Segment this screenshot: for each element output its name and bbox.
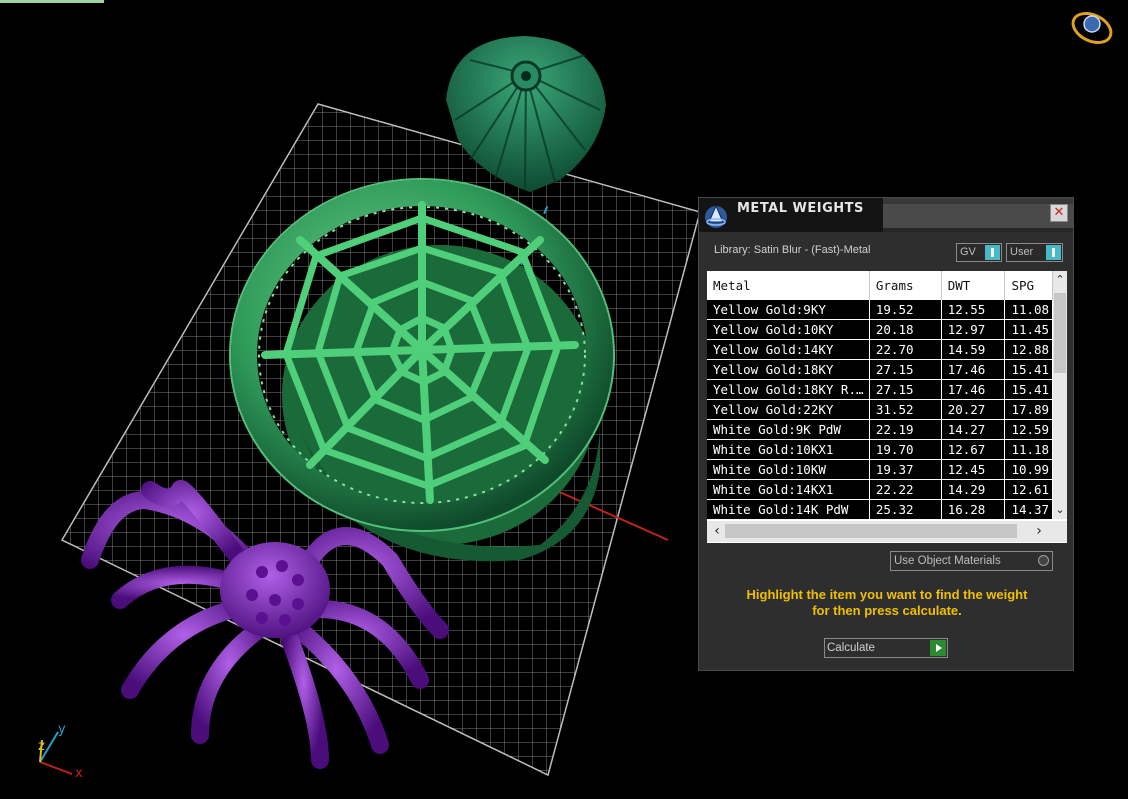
table-cell: White Gold:10KW <box>707 459 870 480</box>
scroll-down-icon[interactable]: ⌄ <box>1053 503 1067 517</box>
table-cell: 22.22 <box>869 479 942 500</box>
table-cell: White Gold:14K PdW <box>707 499 870 520</box>
table-cell: 10.99 <box>1004 459 1053 480</box>
table-cell: Yellow Gold:10KY <box>707 319 870 340</box>
table-cell: White Gold:9K PdW <box>707 419 870 440</box>
vertical-scroll-thumb[interactable] <box>1054 293 1066 373</box>
vertical-scrollbar[interactable]: ⌃ ⌄ <box>1053 271 1067 519</box>
column-header-dwt[interactable]: DWT <box>941 271 1006 300</box>
table-cell: 11.18 <box>1004 439 1053 460</box>
table-row[interactable]: White Gold:9K PdW 22.19 14.27 12.59 <box>707 419 1053 440</box>
instruction-line-1: Highlight the item you want to find the … <box>746 587 1028 602</box>
table-row[interactable]: White Gold:10KW 19.37 12.45 10.99 <box>707 459 1053 480</box>
axis-label-y: y <box>58 722 66 737</box>
table-cell: 27.15 <box>869 359 942 380</box>
table-row[interactable]: Yellow Gold:18KY R... 27.15 17.46 15.41 <box>707 379 1053 400</box>
table-row[interactable]: Yellow Gold:9KY 19.52 12.55 11.08 <box>707 300 1053 320</box>
table-cell: 16.28 <box>941 499 1006 520</box>
horizontal-scrollbar[interactable]: ‹ › <box>707 521 1067 542</box>
library-label: Library: Satin Blur - (Fast)-Metal <box>714 244 871 256</box>
table-cell: 12.97 <box>941 319 1006 340</box>
instruction-text: Highlight the item you want to find the … <box>717 587 1057 619</box>
panel-title: METAL WEIGHTS <box>737 201 864 216</box>
table-row[interactable]: Yellow Gold:10KY 20.18 12.97 11.45 <box>707 319 1053 340</box>
table-cell: Yellow Gold:9KY <box>707 300 870 320</box>
table-cell: 19.37 <box>869 459 942 480</box>
use-object-materials-label: Use Object Materials <box>894 555 1001 567</box>
instruction-line-2: for then press calculate. <box>812 603 962 618</box>
table-cell: 12.55 <box>941 300 1006 320</box>
table-cell: 17.46 <box>941 379 1006 400</box>
table-row[interactable]: Yellow Gold:18KY 27.15 17.46 15.41 <box>707 359 1053 380</box>
gv-toggle-label: GV <box>960 246 976 258</box>
table-row[interactable]: White Gold:14K PdW 25.32 16.28 14.37 <box>707 499 1053 520</box>
table-cell: Yellow Gold:18KY R... <box>707 379 870 400</box>
table-cell: 20.27 <box>941 399 1006 420</box>
view-cube-icon[interactable] <box>1068 8 1115 48</box>
gv-toggle[interactable]: GV <box>956 243 1002 262</box>
table-cell: Yellow Gold:22KY <box>707 399 870 420</box>
table-cell: 19.52 <box>869 300 942 320</box>
table-cell: 12.61 <box>1004 479 1053 500</box>
table-cell: 22.19 <box>869 419 942 440</box>
axis-label-x: x <box>75 766 83 781</box>
table-cell: 27.15 <box>869 379 942 400</box>
table-cell: 19.70 <box>869 439 942 460</box>
table-cell: 14.27 <box>941 419 1006 440</box>
table-cell: 12.59 <box>1004 419 1053 440</box>
table-cell: 22.70 <box>869 339 942 360</box>
table-row[interactable]: Yellow Gold:14KY 22.70 14.59 12.88 <box>707 339 1053 360</box>
table-row[interactable]: White Gold:10KX1 19.70 12.67 11.18 <box>707 439 1053 460</box>
table-cell: 14.37 <box>1004 499 1053 520</box>
user-toggle-knob <box>1046 245 1061 260</box>
table-cell: 31.52 <box>869 399 942 420</box>
axis-gizmo: x y z <box>38 722 83 781</box>
user-toggle-label: User <box>1010 246 1034 258</box>
calculate-label: Calculate <box>827 642 875 654</box>
table-cell: 17.89 <box>1004 399 1053 420</box>
play-icon[interactable] <box>930 640 946 656</box>
table-cell: Yellow Gold:18KY <box>707 359 870 380</box>
table-cell: White Gold:10KX1 <box>707 439 870 460</box>
table-header-row: Metal Grams DWT SPG <box>707 271 1053 300</box>
table-cell: 14.59 <box>941 339 1006 360</box>
table-cell: 15.41 <box>1004 379 1053 400</box>
table-cell: Yellow Gold:14KY <box>707 339 870 360</box>
table-cell: White Gold:14KX1 <box>707 479 870 500</box>
table-cell: 12.45 <box>941 459 1006 480</box>
column-header-metal[interactable]: Metal <box>707 271 870 300</box>
table-cell: 14.29 <box>941 479 1006 500</box>
panel-titlebar[interactable]: METAL WEIGHTS ✕ <box>699 198 1073 232</box>
title-bar-fill <box>883 204 1073 228</box>
table-cell: 12.67 <box>941 439 1006 460</box>
user-toggle[interactable]: User <box>1006 243 1063 262</box>
axis-label-z: z <box>38 739 45 754</box>
use-object-materials-toggle[interactable]: Use Object Materials <box>890 551 1053 571</box>
table-cell: 17.46 <box>941 359 1006 380</box>
table-cell: 20.18 <box>869 319 942 340</box>
metal-weights-icon <box>705 204 727 228</box>
metal-table[interactable]: Metal Grams DWT SPG Yellow Gold:9KY 19.52… <box>707 271 1067 543</box>
table-row[interactable]: Yellow Gold:22KY 31.52 20.27 17.89 <box>707 399 1053 420</box>
close-icon[interactable]: ✕ <box>1050 204 1068 222</box>
column-header-grams[interactable]: Grams <box>869 271 942 300</box>
metal-weights-panel: METAL WEIGHTS ✕ Library: Satin Blur - (F… <box>698 197 1074 671</box>
table-cell: 25.32 <box>869 499 942 520</box>
table-row[interactable]: White Gold:14KX1 22.22 14.29 12.61 <box>707 479 1053 500</box>
table-cell: 11.08 <box>1004 300 1053 320</box>
horizontal-scroll-thumb[interactable] <box>725 524 1017 538</box>
table-cell: 12.88 <box>1004 339 1053 360</box>
scroll-left-icon[interactable]: ‹ <box>709 523 725 539</box>
scroll-up-icon[interactable]: ⌃ <box>1053 273 1067 287</box>
gv-toggle-knob <box>985 245 1000 260</box>
table-cell: 11.45 <box>1004 319 1053 340</box>
radio-icon[interactable] <box>1038 555 1049 566</box>
column-header-spg[interactable]: SPG <box>1004 271 1053 300</box>
scroll-right-icon[interactable]: › <box>1031 523 1047 539</box>
calculate-button[interactable]: Calculate <box>824 638 948 658</box>
table-cell: 15.41 <box>1004 359 1053 380</box>
